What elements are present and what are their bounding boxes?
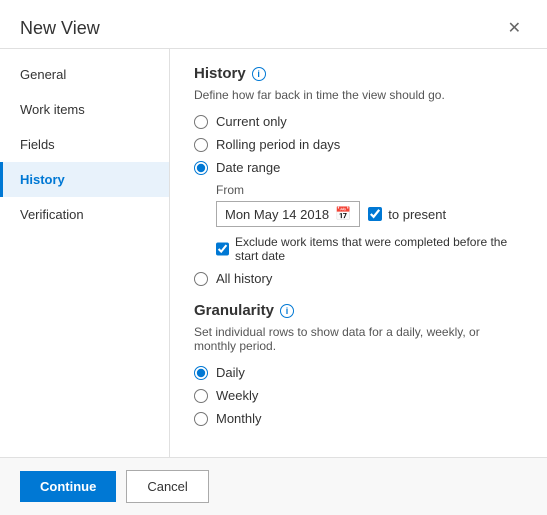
history-option-current-only[interactable]: Current only [194, 114, 523, 129]
all-history-radio[interactable] [194, 272, 208, 286]
sidebar-item-work-items[interactable]: Work items [0, 92, 169, 127]
all-history-radio-group: All history [194, 271, 523, 286]
date-value: Mon May 14 2018 [225, 207, 329, 222]
dialog-header: New View ✕ [0, 0, 547, 49]
monthly-radio[interactable] [194, 412, 208, 426]
dialog: New View ✕ General Work items Fields His… [0, 0, 547, 515]
granularity-daily[interactable]: Daily [194, 365, 523, 380]
current-only-radio[interactable] [194, 115, 208, 129]
to-present-checkbox[interactable] [368, 207, 382, 221]
to-present-label: to present [388, 207, 446, 222]
date-range-radio[interactable] [194, 161, 208, 175]
date-range-label: Date range [216, 160, 280, 175]
sidebar-item-history[interactable]: History [0, 162, 169, 197]
sidebar-item-fields[interactable]: Fields [0, 127, 169, 162]
granularity-section-title: Granularity i [194, 302, 523, 319]
daily-label: Daily [216, 365, 245, 380]
history-option-date-range[interactable]: Date range [194, 160, 523, 175]
monthly-label: Monthly [216, 411, 262, 426]
exclude-checkbox[interactable] [216, 242, 229, 256]
granularity-monthly[interactable]: Monthly [194, 411, 523, 426]
history-option-rolling-period[interactable]: Rolling period in days [194, 137, 523, 152]
granularity-radio-group: Daily Weekly Monthly [194, 365, 523, 426]
sidebar-item-general[interactable]: General [0, 57, 169, 92]
current-only-label: Current only [216, 114, 287, 129]
weekly-label: Weekly [216, 388, 258, 403]
exclude-label: Exclude work items that were completed b… [235, 235, 523, 263]
date-input[interactable]: Mon May 14 2018 📅 [216, 201, 360, 227]
date-range-content: From Mon May 14 2018 📅 to present Exclud… [216, 183, 523, 263]
history-radio-group: Current only Rolling period in days Date… [194, 114, 523, 175]
weekly-radio[interactable] [194, 389, 208, 403]
rolling-period-label: Rolling period in days [216, 137, 340, 152]
all-history-label: All history [216, 271, 272, 286]
dialog-footer: Continue Cancel [0, 457, 547, 515]
continue-button[interactable]: Continue [20, 471, 116, 502]
granularity-weekly[interactable]: Weekly [194, 388, 523, 403]
daily-radio[interactable] [194, 366, 208, 380]
dialog-title: New View [20, 18, 100, 39]
calendar-icon[interactable]: 📅 [335, 206, 351, 222]
exclude-row: Exclude work items that were completed b… [216, 235, 523, 263]
cancel-button[interactable]: Cancel [126, 470, 208, 503]
dialog-body: General Work items Fields History Verifi… [0, 49, 547, 457]
granularity-description: Set individual rows to show data for a d… [194, 325, 523, 353]
sidebar-item-verification[interactable]: Verification [0, 197, 169, 232]
history-info-icon[interactable]: i [252, 67, 266, 81]
history-description: Define how far back in time the view sho… [194, 88, 523, 102]
history-section-title: History i [194, 65, 523, 82]
rolling-period-radio[interactable] [194, 138, 208, 152]
from-label: From [216, 183, 523, 197]
main-content: History i Define how far back in time th… [170, 49, 547, 457]
sidebar: General Work items Fields History Verifi… [0, 49, 170, 457]
close-button[interactable]: ✕ [502, 16, 527, 40]
to-present-check: to present [368, 207, 446, 222]
date-row: Mon May 14 2018 📅 to present [216, 201, 523, 227]
granularity-section: Granularity i Set individual rows to sho… [194, 302, 523, 426]
history-option-all-history[interactable]: All history [194, 271, 523, 286]
granularity-info-icon[interactable]: i [280, 304, 294, 318]
